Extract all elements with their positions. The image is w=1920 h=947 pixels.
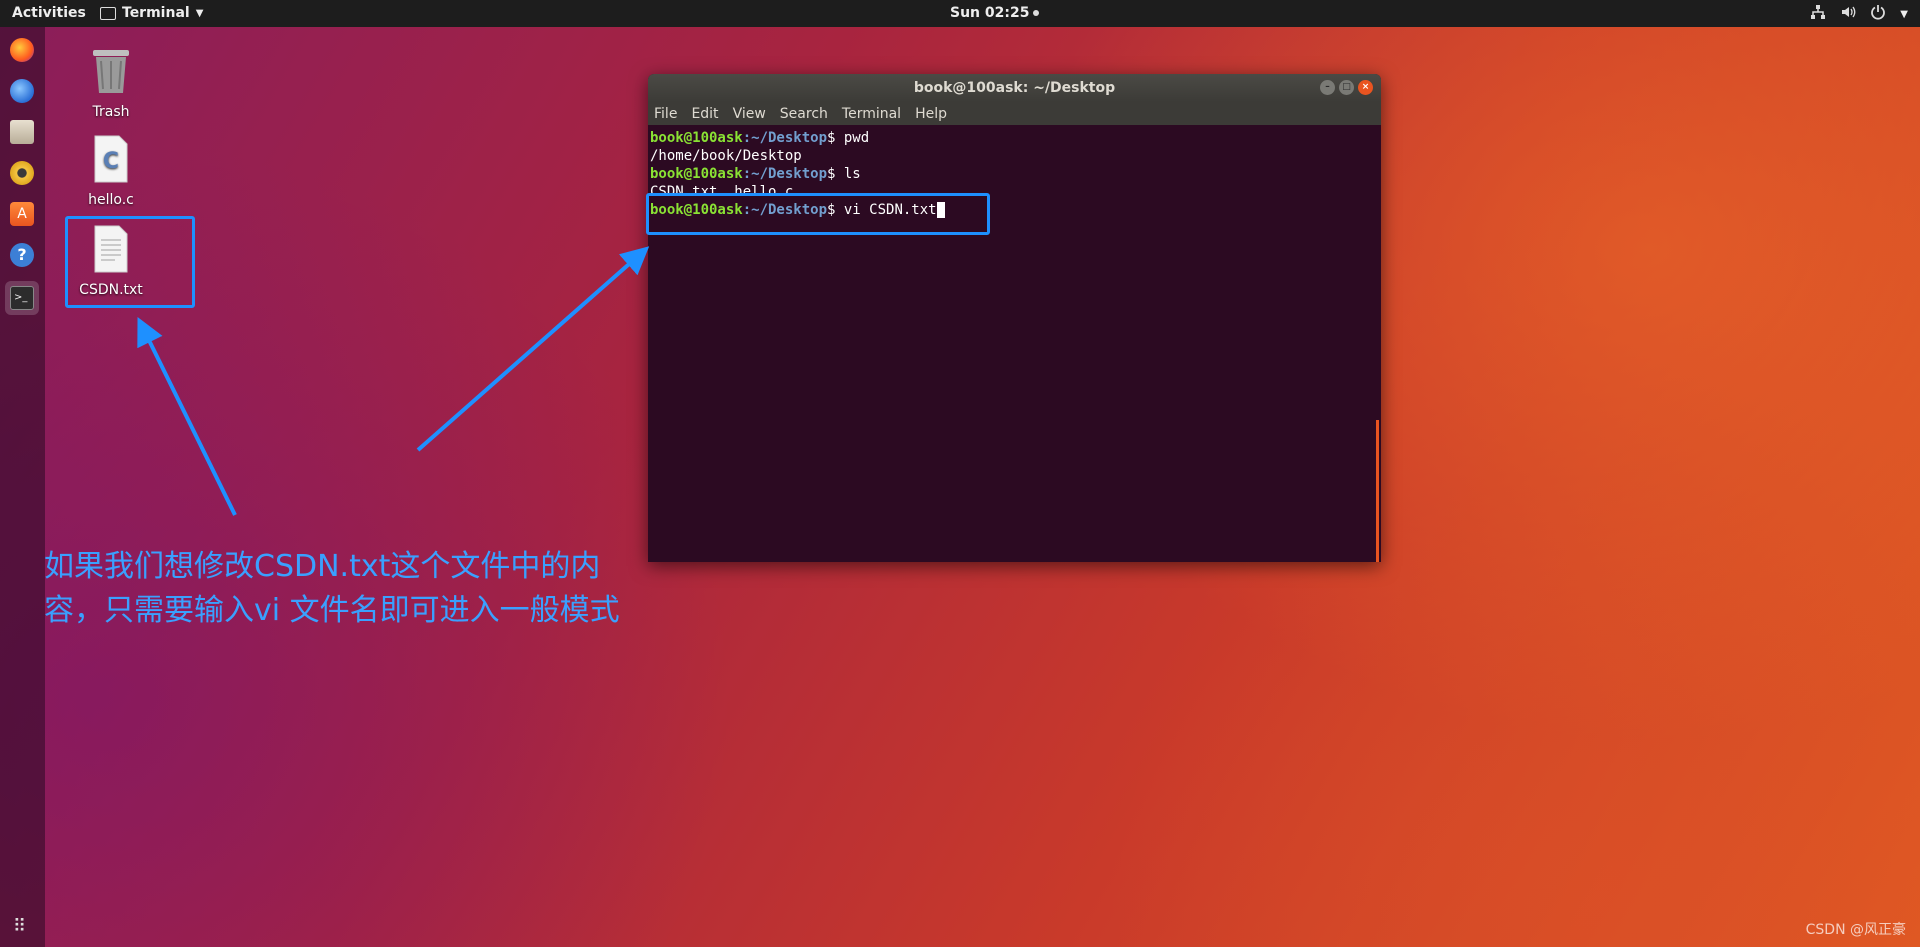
watermark: CSDN @风正豪: [1805, 922, 1906, 938]
menu-view[interactable]: View: [733, 106, 766, 122]
arrow-to-command: [416, 246, 650, 452]
menu-help[interactable]: Help: [915, 106, 947, 122]
volume-icon[interactable]: [1840, 4, 1856, 24]
terminal-titlebar[interactable]: book@100ask: ~/Desktop – □ ×: [648, 74, 1381, 102]
terminal-icon[interactable]: >_: [5, 281, 39, 315]
maximize-icon[interactable]: □: [1339, 80, 1354, 95]
power-icon[interactable]: [1870, 4, 1886, 24]
desktop-icon-hello-c[interactable]: C hello.c: [66, 134, 156, 208]
menu-file[interactable]: File: [654, 106, 677, 122]
desktop-icon-label: Trash: [92, 104, 130, 120]
chevron-down-icon: ▼: [195, 7, 204, 19]
terminal-menubar: File Edit View Search Terminal Help: [648, 102, 1381, 125]
desktop-icon-trash[interactable]: Trash: [66, 44, 156, 120]
top-bar: Activities Terminal ▼ Sun 02:25 ▼: [0, 0, 1920, 27]
dock: A ? >_ ⠿: [0, 27, 45, 947]
scrollbar[interactable]: [1376, 420, 1379, 562]
show-applications-icon[interactable]: ⠿: [13, 917, 33, 937]
help-icon[interactable]: ?: [5, 238, 39, 272]
network-icon[interactable]: [1810, 4, 1826, 24]
activities-button[interactable]: Activities: [12, 5, 86, 21]
menu-search[interactable]: Search: [780, 106, 828, 122]
highlight-box-command: [646, 193, 990, 235]
terminal-line: book@100ask:~/Desktop$ ls: [650, 166, 861, 182]
close-icon[interactable]: ×: [1358, 80, 1373, 95]
app-menu[interactable]: Terminal ▼: [100, 5, 203, 21]
files-icon[interactable]: [5, 115, 39, 149]
rhythmbox-icon[interactable]: [5, 156, 39, 190]
window-title: book@100ask: ~/Desktop: [913, 80, 1116, 96]
notification-dot-icon: [1033, 10, 1040, 16]
terminal-line: book@100ask:~/Desktop$ pwd: [650, 130, 870, 146]
annotation-text: 如果我们想修改CSDN.txt这个文件中的内容，只需要输入vi 文件名即可进入一…: [44, 549, 620, 628]
firefox-icon[interactable]: [5, 33, 39, 67]
trash-icon: [93, 50, 129, 93]
thunderbird-icon[interactable]: [5, 74, 39, 108]
chevron-down-icon[interactable]: ▼: [1900, 9, 1908, 20]
app-menu-label: Terminal: [122, 5, 190, 21]
software-icon[interactable]: A: [5, 197, 39, 231]
terminal-window[interactable]: book@100ask: ~/Desktop – □ × File Edit V…: [648, 74, 1381, 562]
c-file-icon: C: [94, 135, 128, 183]
system-tray[interactable]: ▼: [1810, 4, 1908, 24]
highlight-box-file: [65, 216, 195, 308]
clock[interactable]: Sun 02:25: [950, 5, 1040, 21]
terminal-output[interactable]: book@100ask:~/Desktop$ pwd /home/book/De…: [648, 125, 1381, 553]
menu-terminal[interactable]: Terminal: [842, 106, 901, 122]
terminal-line: /home/book/Desktop: [650, 148, 802, 164]
desktop-icon-label: hello.c: [88, 192, 134, 208]
clock-label: Sun 02:25: [950, 5, 1030, 21]
svg-text:C: C: [103, 149, 119, 174]
terminal-app-icon: [100, 6, 116, 20]
menu-edit[interactable]: Edit: [691, 106, 718, 122]
minimize-icon[interactable]: –: [1320, 80, 1335, 95]
arrow-to-file: [137, 316, 237, 516]
